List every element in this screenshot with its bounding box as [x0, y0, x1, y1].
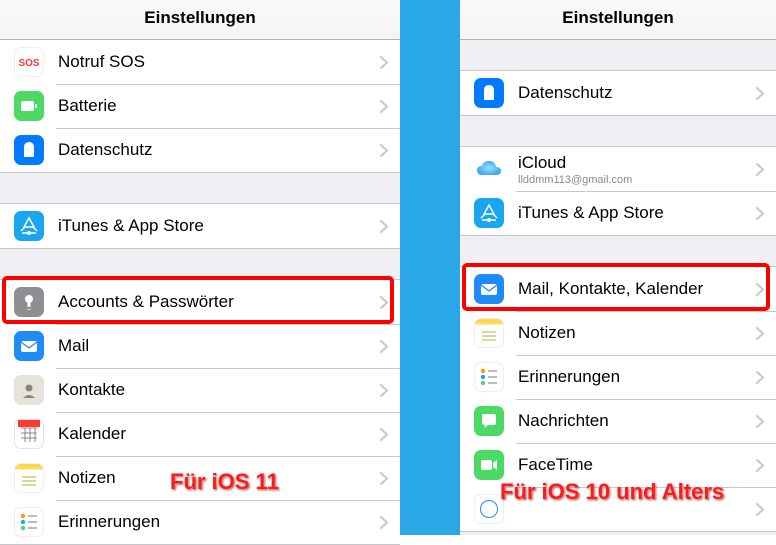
itunes-icon — [474, 198, 504, 228]
sos-icon: SOS — [14, 47, 44, 77]
chevron-right-icon — [380, 384, 388, 397]
panel-divider — [400, 0, 460, 535]
row-itunes-appstore-r[interactable]: iTunes & App Store — [460, 191, 776, 235]
row-label: FaceTime — [518, 455, 756, 475]
row-calendar[interactable]: Kalender — [0, 412, 400, 456]
chevron-right-icon — [756, 163, 764, 176]
row-label: Erinnerungen — [58, 512, 380, 532]
mail-icon — [474, 274, 504, 304]
chevron-right-icon — [380, 100, 388, 113]
row-accounts-passwords[interactable]: Accounts & Passwörter — [0, 280, 400, 324]
row-label: Erinnerungen — [518, 367, 756, 387]
accounts-icon — [14, 287, 44, 317]
row-mail[interactable]: Mail — [0, 324, 400, 368]
chevron-right-icon — [380, 144, 388, 157]
reminders-icon — [14, 507, 44, 537]
chevron-right-icon — [380, 56, 388, 69]
chevron-right-icon — [380, 220, 388, 233]
row-icloud[interactable]: iCloudllddmm113@gmail.com — [460, 147, 776, 191]
row-label: Kontakte — [58, 380, 380, 400]
row-label: iTunes & App Store — [58, 216, 380, 236]
row-label: iTunes & App Store — [518, 203, 756, 223]
row-itunes-appstore[interactable]: iTunes & App Store — [0, 204, 400, 248]
chevron-right-icon — [380, 516, 388, 529]
messages-icon — [474, 406, 504, 436]
row-contacts[interactable]: Kontakte — [0, 368, 400, 412]
row-privacy[interactable]: Datenschutz — [0, 128, 400, 172]
row-label: Mail — [58, 336, 380, 356]
chevron-right-icon — [380, 340, 388, 353]
row-label: Notizen — [518, 323, 756, 343]
row-sublabel: llddmm113@gmail.com — [518, 174, 756, 186]
notes-icon — [14, 463, 44, 493]
mail-icon — [14, 331, 44, 361]
row-notes-r[interactable]: Notizen — [460, 311, 776, 355]
chevron-right-icon — [756, 459, 764, 472]
row-label: Accounts & Passwörter — [58, 292, 380, 312]
row-label: Datenschutz — [58, 140, 380, 160]
chevron-right-icon — [380, 428, 388, 441]
settings-panel-ios11: Einstellungen SOS Notruf SOS Batterie Daten… — [0, 0, 400, 535]
chevron-right-icon — [756, 87, 764, 100]
caption-right: Für iOS 10 und Alters — [500, 479, 724, 505]
contacts-icon — [14, 375, 44, 405]
groups-right: Datenschutz iCloudllddmm113@gmail.com iTun… — [460, 70, 776, 532]
chevron-right-icon — [756, 503, 764, 516]
privacy-icon — [14, 135, 44, 165]
reminders-icon — [474, 362, 504, 392]
caption-left: Für iOS 11 — [170, 469, 279, 495]
row-label: Nachrichten — [518, 411, 756, 431]
row-messages[interactable]: Nachrichten — [460, 399, 776, 443]
row-label: Batterie — [58, 96, 380, 116]
row-privacy-r[interactable]: Datenschutz — [460, 71, 776, 115]
row-label: iCloud — [518, 153, 756, 173]
svg-text:SOS: SOS — [18, 58, 39, 69]
settings-panel-ios10: Einstellungen Datenschutz iCloudllddmm113… — [460, 0, 776, 535]
row-label: Kalender — [58, 424, 380, 444]
row-sos[interactable]: SOS Notruf SOS — [0, 40, 400, 84]
battery-icon — [14, 91, 44, 121]
row-label: Mail, Kontakte, Kalender — [518, 279, 756, 299]
header-title-left: Einstellungen — [0, 0, 400, 40]
privacy-icon — [474, 78, 504, 108]
row-reminders[interactable]: Erinnerungen — [0, 500, 400, 544]
chevron-right-icon — [756, 371, 764, 384]
chevron-right-icon — [756, 415, 764, 428]
itunes-icon — [14, 211, 44, 241]
row-mail-kontakte-kalender[interactable]: Mail, Kontakte, Kalender — [460, 267, 776, 311]
header-title-right: Einstellungen — [460, 0, 776, 40]
row-battery[interactable]: Batterie — [0, 84, 400, 128]
row-reminders-r[interactable]: Erinnerungen — [460, 355, 776, 399]
row-label: Notruf SOS — [58, 52, 380, 72]
chevron-right-icon — [756, 207, 764, 220]
chevron-right-icon — [380, 472, 388, 485]
icloud-icon — [474, 154, 504, 184]
calendar-icon — [14, 419, 44, 449]
row-label: Datenschutz — [518, 83, 756, 103]
chevron-right-icon — [380, 296, 388, 309]
notes-icon — [474, 318, 504, 348]
chevron-right-icon — [756, 327, 764, 340]
facetime-icon — [474, 450, 504, 480]
chevron-right-icon — [756, 283, 764, 296]
